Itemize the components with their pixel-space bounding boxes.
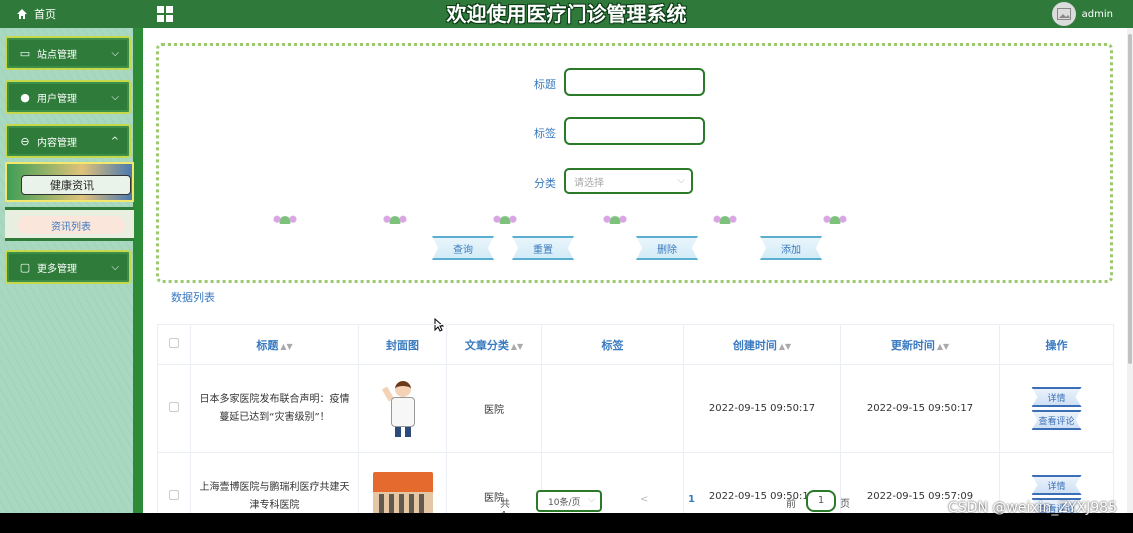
sidebar-item-content[interactable]: ⊖ 内容管理 ^ — [5, 124, 131, 158]
sort-icon: ▲▼ — [778, 341, 792, 351]
column-header: 封面图 — [358, 324, 447, 365]
row-checkbox[interactable] — [157, 364, 191, 453]
column-header[interactable]: 标题 ▲▼ — [190, 324, 359, 365]
query-button[interactable]: 查询 — [432, 236, 494, 260]
title-input[interactable] — [564, 68, 705, 96]
page-number[interactable]: 1 — [688, 494, 695, 505]
cover-image — [358, 364, 447, 453]
more-icon: ▢ — [19, 260, 31, 274]
table-header-row: 标题 ▲▼ 封面图 文章分类 ▲▼ 标签 创建时间 ▲▼ 更新时间 ▲▼ 操作 — [157, 324, 1114, 365]
sidebar-item-users[interactable]: ● 用户管理 ⌵ — [5, 80, 131, 114]
doctor-illustration — [381, 379, 423, 439]
column-header[interactable]: 创建时间 ▲▼ — [683, 324, 841, 365]
row-category: 医院 — [446, 364, 542, 453]
chevron-down-icon: ⌵ — [111, 262, 119, 273]
sidebar-item-label: 站点管理 — [37, 49, 77, 61]
column-header: 操作 — [999, 324, 1114, 365]
sidebar-item-label: 更多管理 — [37, 263, 77, 275]
prev-page-button[interactable]: < — [640, 494, 648, 505]
sidebar-item-label: 用户管理 — [37, 93, 77, 105]
select-all-checkbox[interactable] — [157, 324, 191, 365]
content-icon: ⊖ — [20, 134, 30, 148]
avatar-icon — [1051, 2, 1076, 26]
page-unit: 页 — [840, 499, 850, 510]
menu-toggle-icon[interactable] — [157, 6, 173, 22]
tag-label: 标签 — [534, 127, 556, 140]
username: admin — [1081, 8, 1113, 20]
watermark: CSDN @weixin_ZYXJ985 — [948, 500, 1117, 516]
sort-icon: ▲▼ — [936, 341, 950, 351]
row-created: 2022-09-15 09:50:17 — [683, 364, 841, 453]
sidebar: ▭ 站点管理 ⌵ ● 用户管理 ⌵ ⊖ 内容管理 ^ 健康资讯 资讯列表 ▢ 更… — [0, 28, 143, 513]
data-list-title: 数据列表 — [171, 291, 215, 304]
bottom-bar — [0, 513, 1133, 533]
view-comments-button[interactable]: 查看评论 — [1031, 410, 1082, 430]
column-header[interactable]: 更新时间 ▲▼ — [840, 324, 1000, 365]
home-icon — [17, 9, 27, 19]
page-size-value: 10条/页 — [548, 497, 581, 508]
chevron-down-icon: ⌵ — [588, 495, 595, 505]
sidebar-item-label: 内容管理 — [37, 137, 77, 149]
category-label: 分类 — [534, 177, 556, 190]
scrollbar-thumb[interactable] — [1128, 34, 1132, 364]
title-label: 标题 — [534, 78, 556, 91]
user-menu[interactable]: admin — [1051, 2, 1113, 26]
page-input[interactable]: 1 — [806, 490, 836, 512]
row-tag — [541, 364, 684, 453]
category-placeholder: 请选择 — [574, 177, 604, 189]
row-actions: 详情 查看评论 — [999, 364, 1114, 453]
add-button[interactable]: 添加 — [760, 236, 822, 260]
sidebar-item-site[interactable]: ▭ 站点管理 ⌵ — [5, 36, 131, 70]
home-label: 首页 — [34, 8, 56, 21]
tag-input[interactable] — [564, 117, 705, 145]
delete-button[interactable]: 删除 — [636, 236, 698, 260]
home-link[interactable]: 首页 — [0, 0, 143, 28]
sort-icon: ▲▼ — [280, 341, 293, 351]
chevron-down-icon: ⌵ — [677, 175, 685, 186]
category-select[interactable]: 请选择 ⌵ — [564, 168, 693, 194]
chevron-down-icon: ⌵ — [111, 48, 119, 59]
sort-icon: ▲▼ — [510, 341, 524, 351]
chevron-down-icon: ⌵ — [111, 92, 119, 103]
page-size-select[interactable]: 10条/页 ⌵ — [536, 490, 602, 512]
sidebar-subgroup-health[interactable]: 健康资讯 — [5, 162, 134, 202]
column-header[interactable]: 文章分类 ▲▼ — [446, 324, 542, 365]
monitor-icon: ▭ — [19, 46, 31, 60]
user-icon: ● — [20, 90, 30, 104]
row-updated: 2022-09-15 09:50:17 — [840, 364, 1000, 453]
sidebar-item-more[interactable]: ▢ 更多管理 ⌵ — [5, 250, 131, 284]
sidebar-subgroup-label: 健康资讯 — [21, 175, 131, 195]
chevron-up-icon: ^ — [110, 136, 119, 147]
detail-button[interactable]: 详情 — [1031, 475, 1082, 495]
row-title: 日本多家医院发布联合声明：疫情蔓延已达到“灾害级别”！ — [190, 364, 359, 453]
sidebar-item-news-list[interactable]: 资讯列表 — [5, 207, 134, 241]
table-row: 日本多家医院发布联合声明：疫情蔓延已达到“灾害级别”！ 医院 2022-09-1… — [157, 364, 1114, 453]
decorative-flowers — [170, 212, 950, 226]
reset-button[interactable]: 重置 — [512, 236, 574, 260]
sidebar-item-label: 资讯列表 — [17, 216, 125, 234]
top-bar: 首页 欢迎使用医疗门诊管理系统 admin — [0, 0, 1133, 28]
column-header: 标签 — [541, 324, 684, 365]
detail-button[interactable]: 详情 — [1031, 387, 1082, 407]
